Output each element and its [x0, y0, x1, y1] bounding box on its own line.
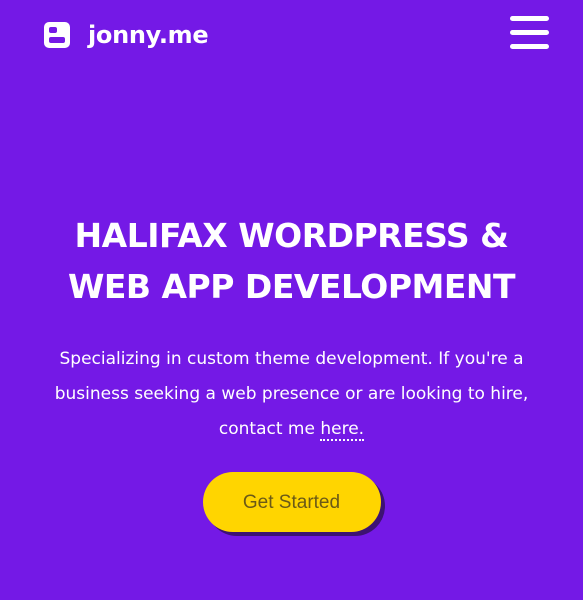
hero-title-line-2: WEB APP DEVELOPMENT	[67, 267, 516, 306]
hero-description-text: Specializing in custom theme development…	[54, 349, 529, 439]
get-started-button[interactable]: Get Started	[202, 472, 381, 532]
menu-bar-top	[510, 16, 549, 21]
hero-title-line-1: HALIFAX WORDPRESS &	[74, 216, 509, 255]
menu-bar-bottom	[510, 44, 549, 49]
contact-link[interactable]: here.	[320, 419, 365, 441]
hamburger-menu-icon[interactable]	[510, 16, 549, 50]
brand-name: jonny.me	[88, 21, 209, 49]
site-header: jonny.me	[0, 0, 583, 72]
menu-bar-middle	[510, 30, 549, 35]
layout-stack-icon	[44, 22, 70, 48]
brand-link[interactable]: jonny.me	[44, 19, 209, 51]
hero-section: HALIFAX WORDPRESS & WEB APP DEVELOPMENT …	[0, 210, 583, 532]
hero-description: Specializing in custom theme development…	[37, 342, 547, 447]
hero-title: HALIFAX WORDPRESS & WEB APP DEVELOPMENT	[32, 210, 552, 312]
